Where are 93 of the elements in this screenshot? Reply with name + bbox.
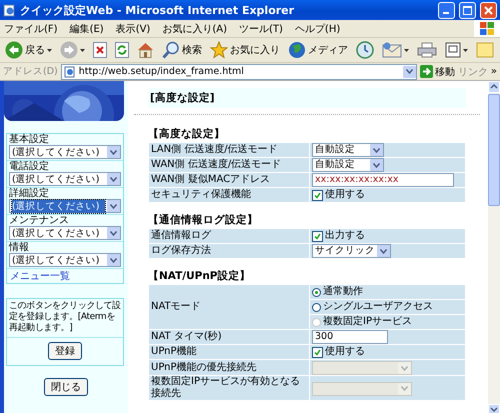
mail-toolbar-button[interactable]	[380, 42, 411, 58]
address-label: アドレス(D)	[3, 65, 58, 78]
menu-select[interactable]: (選択してください)	[9, 145, 121, 159]
select-field[interactable]: 自動設定	[312, 143, 384, 157]
stop-icon	[93, 42, 107, 58]
menu-item[interactable]: ツール(T)	[239, 22, 283, 36]
page-icon	[64, 66, 76, 78]
scroll-down-icon	[489, 405, 499, 413]
row-label: NATモード	[151, 301, 201, 312]
home-icon	[137, 42, 154, 58]
row-label: UPnP機能	[151, 346, 197, 357]
group-label: 電話設定	[9, 161, 50, 172]
checkbox-label: 使用する	[325, 346, 365, 358]
menu-list-link[interactable]: メニュー一覧	[7, 269, 73, 284]
star-icon	[210, 41, 228, 59]
section-title: 【通信情報ログ設定】	[148, 213, 259, 227]
address-field[interactable]: http://web.setup/index_frame.html	[60, 64, 417, 80]
checkbox[interactable]	[312, 230, 323, 242]
maximize-button[interactable]	[459, 2, 476, 18]
caret-icon	[463, 48, 468, 52]
go-arrow-icon	[420, 65, 433, 78]
windows-logo-icon	[474, 20, 500, 37]
note-icon	[476, 41, 494, 59]
refresh-icon	[115, 42, 129, 58]
caret-icon	[404, 48, 409, 52]
browser-page-icon	[3, 4, 16, 16]
back-toolbar-button[interactable]: 戻る	[3, 41, 54, 59]
checkbox[interactable]	[312, 190, 323, 200]
radio-label: シングルユーザアクセス	[323, 301, 433, 313]
section-title: 【NAT/UPnP設定】	[148, 269, 252, 283]
stop-toolbar-button[interactable]	[91, 42, 109, 58]
search-toolbar-button[interactable]: 検索	[160, 41, 204, 59]
print-toolbar-button[interactable]	[415, 42, 439, 58]
caret-icon	[80, 48, 85, 52]
checkbox[interactable]	[312, 346, 323, 358]
row-label: 複数固定IPサービスが有効となる接続先	[151, 376, 300, 399]
section-title: 【高度な設定】	[148, 127, 226, 141]
row-label: ログ保存方法	[151, 245, 211, 256]
menu-item[interactable]: お気に入り(A)	[162, 22, 227, 36]
register-button[interactable]: 登録	[48, 342, 82, 360]
favorites-toolbar-button[interactable]: お気に入り	[208, 41, 282, 59]
register-note: このボタンをクリックして設定を登録します。[Atermを再起動します。]	[7, 299, 123, 338]
row-label: NAT タイマ(秒)	[151, 331, 222, 342]
checkbox-label: 出力する	[325, 230, 365, 242]
edit-toolbar-button[interactable]	[443, 42, 470, 58]
window-title: クイック設定Web - Microsoft Internet Explorer	[20, 2, 296, 18]
radio-label: 通常動作	[323, 286, 363, 298]
select-field[interactable]: サイクリック	[312, 244, 391, 258]
select-field[interactable]: 自動設定	[312, 158, 384, 172]
scroll-thumb[interactable]	[488, 94, 500, 206]
row-label: セキュリティ保護機能	[151, 189, 251, 200]
printer-icon	[417, 42, 437, 58]
refresh-toolbar-button[interactable]	[113, 42, 131, 58]
group-label: 基本設定	[9, 134, 50, 145]
menu-select[interactable]: (選択してください)	[9, 172, 121, 186]
input-field[interactable]: xx:xx:xx:xx:xx:xx	[312, 173, 454, 187]
caret-icon	[47, 48, 52, 52]
menu-select[interactable]: (選択してください)	[9, 226, 121, 240]
scrollbar[interactable]	[488, 81, 500, 413]
maximize-icon	[463, 6, 472, 14]
row-label: LAN側 伝送速度/伝送モード	[151, 144, 278, 155]
row-label: WAN側 伝送速度/伝送モード	[151, 159, 282, 170]
search-icon	[162, 41, 180, 59]
group-label: 情報	[9, 242, 30, 253]
group-label: 詳細設定	[9, 188, 50, 199]
globe-icon	[288, 41, 306, 59]
media-toolbar-button[interactable]: メディア	[286, 41, 350, 59]
radio-button[interactable]	[312, 302, 321, 312]
mail-icon	[382, 42, 402, 58]
menu-select[interactable]: (選択してください)	[9, 199, 121, 213]
close-icon	[484, 6, 493, 14]
minimize-button[interactable]	[438, 2, 455, 18]
menu-item[interactable]: 編集(E)	[70, 22, 104, 36]
go-button[interactable]: 移動	[420, 64, 455, 78]
close-page-button[interactable]: 閉じる	[44, 378, 88, 396]
close-button[interactable]	[480, 2, 497, 18]
row-label: WAN側 疑似MACアドレス	[151, 174, 270, 185]
document-icon	[445, 42, 461, 58]
history-toolbar-button[interactable]	[354, 41, 376, 59]
row-label: UPnP機能の優先接続先	[151, 362, 257, 372]
group-label: メンテナンス	[9, 215, 70, 226]
menu-item[interactable]: ファイル(F)	[4, 22, 58, 36]
radio-button[interactable]	[312, 288, 321, 296]
more-chevron[interactable]: »	[490, 66, 497, 77]
checkbox-label: 使用する	[325, 189, 365, 201]
radio-label: 複数固定IPサービス	[323, 316, 412, 328]
history-icon	[356, 41, 374, 59]
page-heading: [高度な設定]	[148, 88, 466, 108]
menu-item[interactable]: 表示(V)	[116, 22, 150, 36]
row-label: 通信情報ログ	[151, 230, 211, 241]
menu-select[interactable]: (選択してください)	[9, 253, 121, 267]
input-field[interactable]: 300	[312, 330, 388, 344]
menu-item[interactable]: ヘルプ(H)	[294, 22, 340, 36]
